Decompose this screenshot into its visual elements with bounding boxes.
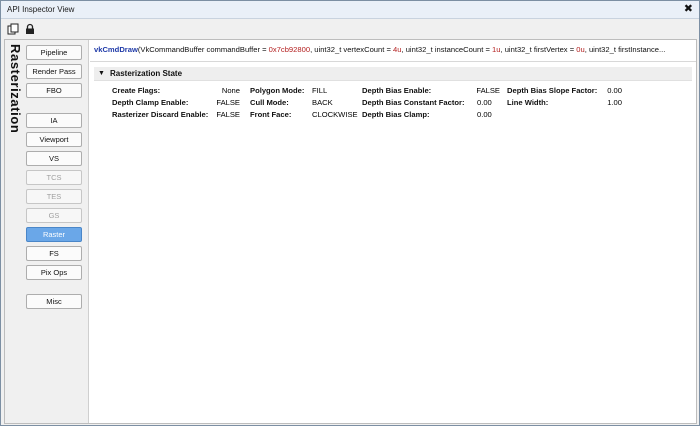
depth-bias-clamp-label: Depth Bias Clamp: — [362, 110, 430, 119]
depth-clamp-enable-label: Depth Clamp Enable: — [112, 98, 189, 107]
stage-button-vs[interactable]: VS — [26, 151, 82, 166]
line-width-value: 1.00 — [607, 98, 622, 107]
stage-button-ia[interactable]: IA — [26, 113, 82, 128]
depth-bias-slope-factor-value: 0.00 — [607, 86, 622, 95]
depth-bias-enable-label: Depth Bias Enable: — [362, 86, 432, 95]
close-icon[interactable]: ✖ — [684, 3, 693, 15]
window-title: API Inspector View — [7, 5, 75, 14]
polygon-mode-value: FILL — [312, 86, 328, 95]
section-title: Rasterization State — [110, 69, 183, 78]
rasterizer-discard-enable-label: Rasterizer Discard Enable: — [112, 110, 209, 119]
collapse-arrow-icon[interactable]: ▼ — [98, 70, 105, 77]
lock-icon[interactable] — [24, 23, 36, 35]
rasterization-state-header[interactable]: ▼ Rasterization State — [94, 67, 692, 81]
stage-button-pipeline[interactable]: Pipeline — [26, 45, 82, 60]
stage-button-gs[interactable]: GS — [26, 208, 82, 223]
depth-bias-constant-factor-value: 0.00 — [477, 98, 492, 107]
stage-button-tes[interactable]: TES — [26, 189, 82, 204]
stage-button-pix-ops[interactable]: Pix Ops — [26, 265, 82, 280]
front-face-value: CLOCKWISE — [312, 110, 358, 119]
stage-title: Rasterization — [8, 44, 23, 134]
rasterization-state-grid: Create Flags: None Depth Clamp Enable: F… — [90, 84, 696, 124]
depth-bias-slope-factor-label: Depth Bias Slope Factor: — [507, 86, 598, 95]
stage-button-fbo[interactable]: FBO — [26, 83, 82, 98]
cull-mode-value: BACK — [312, 98, 333, 107]
inspector-content: Rasterization Pipeline Render Pass FBO IA Vi… — [4, 39, 697, 424]
depth-bias-enable-value: FALSE — [476, 86, 500, 95]
polygon-mode-label: Polygon Mode: — [250, 86, 305, 95]
api-inspector-window: API Inspector View ✖ Rasterization Pipel… — [0, 0, 700, 426]
copy-icon[interactable] — [7, 23, 19, 35]
stage-button-raster[interactable]: Raster — [26, 227, 82, 242]
create-flags-label: Create Flags: — [112, 86, 161, 95]
toolbar — [1, 20, 699, 38]
front-face-label: Front Face: — [250, 110, 292, 119]
function-name: vkCmdDraw — [94, 45, 138, 54]
line-width-label: Line Width: — [507, 98, 549, 107]
stage-button-viewport[interactable]: Viewport — [26, 132, 82, 147]
title-bar: API Inspector View ✖ — [1, 1, 699, 19]
stage-button-tcs[interactable]: TCS — [26, 170, 82, 185]
details-panel: vkCmdDraw(VkCommandBuffer commandBuffer … — [90, 40, 696, 423]
cull-mode-label: Cull Mode: — [250, 98, 289, 107]
depth-bias-constant-factor-label: Depth Bias Constant Factor: — [362, 98, 465, 107]
pipeline-stage-sidebar: Rasterization Pipeline Render Pass FBO IA Vi… — [5, 40, 89, 423]
stage-button-render-pass[interactable]: Render Pass — [26, 64, 82, 79]
separator — [90, 61, 696, 62]
create-flags-value: None — [221, 86, 240, 95]
stage-button-misc[interactable]: Misc — [26, 294, 82, 309]
rasterizer-discard-enable-value: FALSE — [216, 110, 240, 119]
depth-clamp-enable-value: FALSE — [216, 98, 240, 107]
depth-bias-clamp-value: 0.00 — [477, 110, 492, 119]
stage-button-fs[interactable]: FS — [26, 246, 82, 261]
api-call-line: vkCmdDraw(VkCommandBuffer commandBuffer … — [94, 45, 666, 54]
